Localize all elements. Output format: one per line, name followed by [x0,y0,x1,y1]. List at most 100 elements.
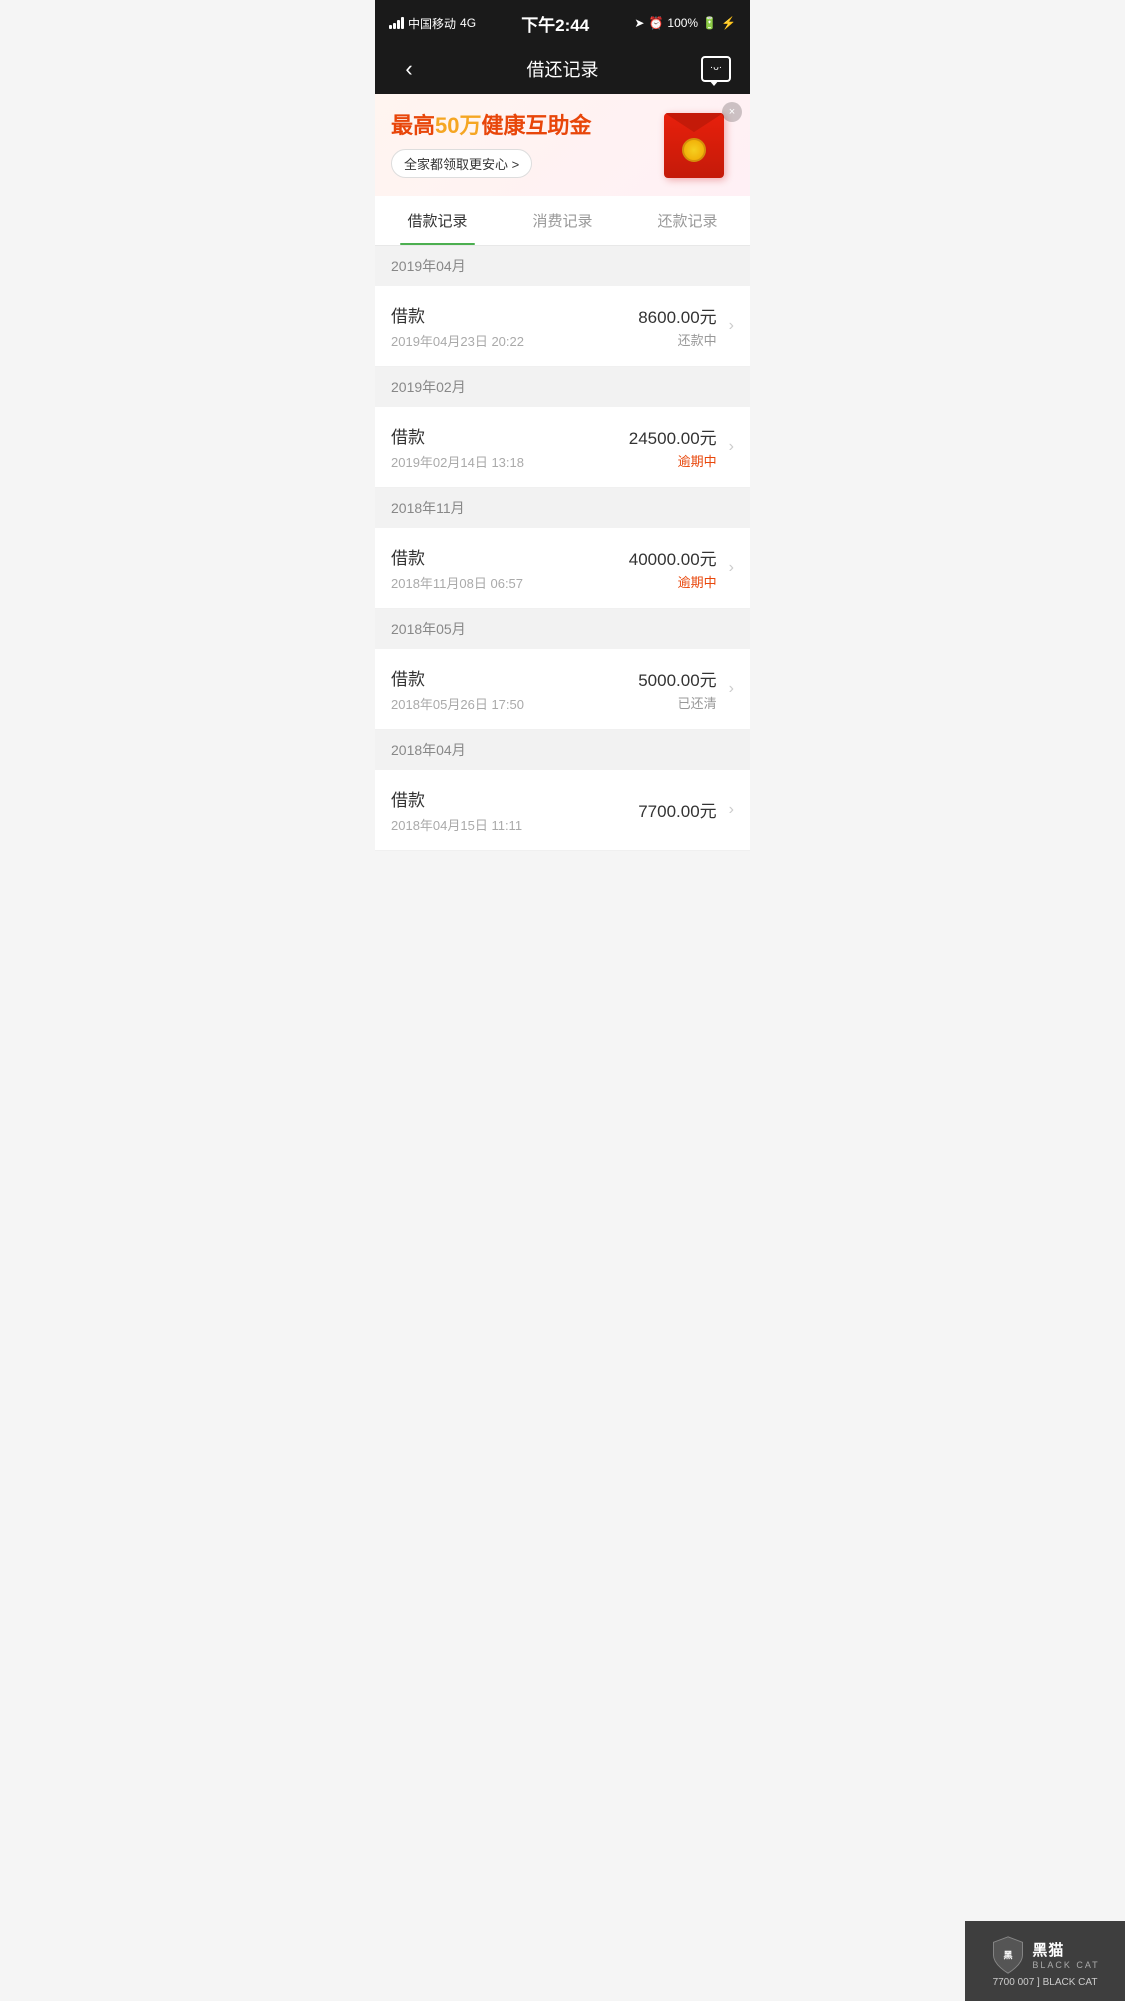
section-title-2019-04: 2019年04月 [391,258,466,274]
record-left: 借款 2018年04月15日 11:11 [391,786,638,834]
record-left: 借款 2018年05月26日 17:50 [391,665,638,713]
banner-title-part2: 健康互助金 [482,113,592,138]
record-right: 24500.00元 逾期中 › [629,424,734,470]
watermark-number: 7700 007 ] BLACK CAT [993,1977,1098,1988]
signal-bars [389,17,404,29]
record-type: 借款 [391,665,638,690]
record-amount-area: 5000.00元 已还清 [638,666,716,712]
section-header-2018-04: 2018年04月 [375,730,750,770]
record-right: 7700.00元 › [638,797,734,824]
watermark-logo: 黑 黑猫 BLACK CAT [990,1935,1099,1975]
chevron-right-icon: › [729,559,734,577]
record-type: 借款 [391,544,629,569]
record-left: 借款 2019年04月23日 20:22 [391,302,638,350]
watermark: 黑 黑猫 BLACK CAT 7700 007 ] BLACK CAT [965,1921,1125,2001]
record-date: 2018年11月08日 06:57 [391,573,629,592]
chevron-right-icon: › [729,438,734,456]
watermark-cn-label: 黑猫 [1032,1939,1064,1960]
banner: 最高50万健康互助金 全家都领取更安心 > × [375,94,750,196]
section-header-2018-05: 2018年05月 [375,609,750,649]
time-label: 下午2:44 [521,11,589,36]
banner-subtitle[interactable]: 全家都领取更安心 > [391,149,532,178]
coin-icon [682,138,706,162]
page-title: 借还记录 [527,56,599,82]
alarm-icon: ⏰ [648,16,663,30]
chat-face-icon: ·ᴗ· [710,62,722,73]
tab-repay-label: 还款记录 [657,213,717,230]
banner-content: 最高50万健康互助金 全家都领取更安心 > [391,112,654,178]
section-header-2018-11: 2018年11月 [375,488,750,528]
banner-title-highlight: 50万 [435,113,481,138]
tab-borrow-records[interactable]: 借款记录 [375,196,500,245]
record-amount: 5000.00元 [638,666,716,691]
tab-borrow-label: 借款记录 [407,213,467,230]
svg-text:黑: 黑 [1004,1950,1013,1960]
record-amount-area: 40000.00元 逾期中 [629,545,717,591]
chat-button[interactable]: ·ᴗ· [698,51,734,87]
tab-bar: 借款记录 消费记录 还款记录 [375,196,750,246]
section-title-2018-11: 2018年11月 [391,500,465,516]
record-type: 借款 [391,423,629,448]
records-list: 2019年04月 借款 2019年04月23日 20:22 8600.00元 还… [375,246,750,851]
record-item[interactable]: 借款 2018年11月08日 06:57 40000.00元 逾期中 › [375,528,750,609]
record-type: 借款 [391,302,638,327]
nav-bar: ‹ 借还记录 ·ᴗ· [375,44,750,94]
banner-title: 最高50万健康互助金 [391,112,654,141]
record-amount-area: 8600.00元 还款中 [638,303,716,349]
banner-subtitle-text: 全家都领取更安心 > [404,154,519,173]
record-amount: 8600.00元 [638,303,716,328]
section-header-2019-04: 2019年04月 [375,246,750,286]
location-icon: ➤ [634,16,644,30]
banner-close-button[interactable]: × [722,102,742,122]
tab-spend-records[interactable]: 消费记录 [500,196,625,245]
back-button[interactable]: ‹ [391,51,427,87]
record-status: 还款中 [638,330,716,349]
record-right: 40000.00元 逾期中 › [629,545,734,591]
record-left: 借款 2018年11月08日 06:57 [391,544,629,592]
record-amount-area: 24500.00元 逾期中 [629,424,717,470]
record-date: 2019年04月23日 20:22 [391,331,638,350]
section-header-2019-02: 2019年02月 [375,367,750,407]
status-left: 中国移动 4G [389,15,476,32]
tab-repay-records[interactable]: 还款记录 [625,196,750,245]
record-status: 已还清 [638,693,716,712]
record-status: 逾期中 [629,451,717,470]
signal-bar-2 [393,23,396,29]
tab-spend-label: 消费记录 [532,213,592,230]
banner-title-part1: 最高 [391,113,435,138]
chevron-right-icon: › [729,317,734,335]
record-item[interactable]: 借款 2018年04月15日 11:11 7700.00元 › [375,770,750,851]
section-title-2019-02: 2019年02月 [391,379,466,395]
section-title-2018-05: 2018年05月 [391,621,466,637]
chevron-right-icon: › [729,680,734,698]
record-item[interactable]: 借款 2019年04月23日 20:22 8600.00元 还款中 › [375,286,750,367]
status-bar: 中国移动 4G 下午2:44 ➤ ⏰ 100% 🔋 ⚡ [375,0,750,44]
charging-icon: ⚡ [721,16,736,30]
record-right: 8600.00元 还款中 › [638,303,734,349]
signal-bar-3 [397,20,400,29]
record-left: 借款 2019年02月14日 13:18 [391,423,629,471]
shield-icon: 黑 [990,1935,1026,1975]
signal-bar-4 [401,17,404,29]
record-date: 2019年02月14日 13:18 [391,452,629,471]
watermark-text-area: 黑猫 BLACK CAT [1032,1939,1099,1970]
record-date: 2018年05月26日 17:50 [391,694,638,713]
chat-icon: ·ᴗ· [701,56,731,82]
record-date: 2018年04月15日 11:11 [391,815,638,834]
record-right: 5000.00元 已还清 › [638,666,734,712]
record-type: 借款 [391,786,638,811]
record-amount-area: 7700.00元 [638,797,716,824]
carrier-label: 中国移动 [408,15,456,32]
network-label: 4G [460,16,476,30]
record-item[interactable]: 借款 2018年05月26日 17:50 5000.00元 已还清 › [375,649,750,730]
signal-bar-1 [389,25,392,29]
record-status: 逾期中 [629,572,717,591]
battery-label: 100% [667,16,698,30]
record-item[interactable]: 借款 2019年02月14日 13:18 24500.00元 逾期中 › [375,407,750,488]
chevron-right-icon: › [729,801,734,819]
watermark-en-label: BLACK CAT [1032,1960,1099,1970]
record-amount: 40000.00元 [629,545,717,570]
record-amount: 24500.00元 [629,424,717,449]
status-right: ➤ ⏰ 100% 🔋 ⚡ [634,16,736,30]
battery-icon: 🔋 [702,16,717,30]
